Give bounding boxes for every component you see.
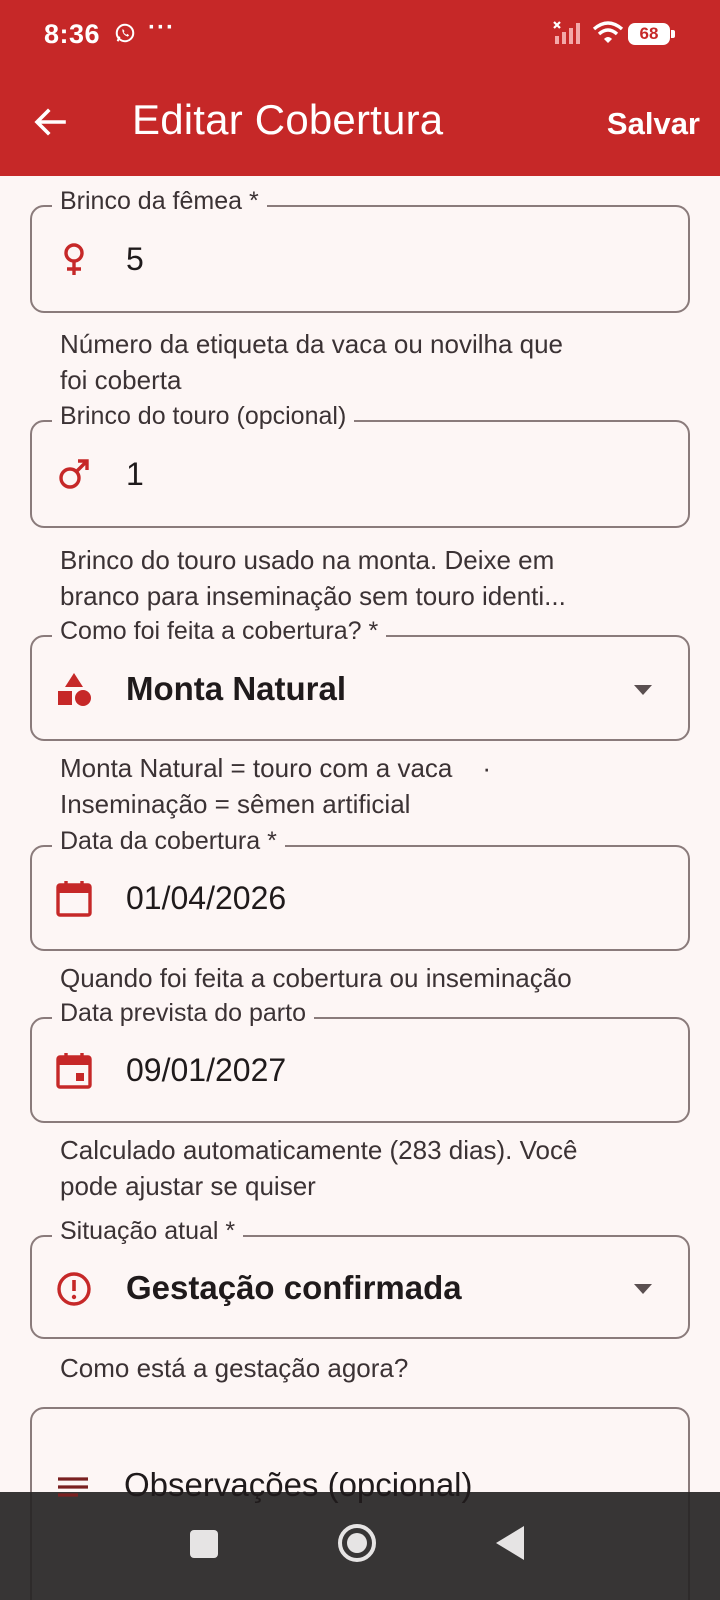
status-selected-value: Gestação confirmada — [126, 1269, 462, 1306]
recents-button[interactable] — [190, 1530, 218, 1558]
notes-placeholder: Observações (opcional) — [124, 1466, 473, 1503]
female-tag-field[interactable]: Brinco da fêmea * 5 — [30, 187, 690, 313]
status-bar: 8:36 ··· 68 — [0, 0, 720, 68]
status-time: 8:36 — [44, 19, 101, 49]
status-dropdown[interactable]: Situação atual * Gestação confirmada — [30, 1217, 690, 1339]
save-button[interactable]: Salvar — [607, 106, 700, 142]
method-helper: Monta Natural = touro com a vaca · Insemi… — [60, 753, 492, 819]
status-more-dots: ··· — [148, 14, 175, 41]
app-bar: Editar Cobertura Salvar — [0, 68, 720, 176]
signal-icon — [553, 21, 580, 44]
bull-tag-field[interactable]: Brinco do touro (opcional) 1 — [30, 402, 690, 528]
breeding-date-label: Data da cobertura * — [52, 827, 285, 856]
info-icon — [57, 1272, 91, 1306]
due-date-label: Data prevista do parto — [52, 999, 314, 1028]
arrow-left-icon[interactable] — [28, 100, 72, 144]
wifi-icon — [592, 21, 624, 43]
male-icon — [59, 459, 89, 489]
breeding-date-field[interactable]: Data da cobertura * 01/04/2026 — [30, 827, 690, 951]
bull-tag-input[interactable]: 1 — [126, 456, 144, 493]
female-tag-input[interactable]: 5 — [126, 241, 144, 278]
battery-icon: 68 — [628, 23, 675, 45]
shapes-icon — [58, 673, 91, 706]
method-dropdown[interactable]: Como foi feita a cobertura? * Monta Natu… — [30, 617, 690, 741]
bull-tag-helper: Brinco do touro usado na monta. Deixe em… — [60, 545, 566, 611]
due-date-helper: Calculado automaticamente (283 dias). Vo… — [60, 1135, 578, 1201]
female-icon — [64, 243, 84, 275]
back-button[interactable] — [496, 1526, 524, 1560]
method-selected-value: Monta Natural — [126, 670, 347, 707]
notes-placeholder-row: Observações (opcional) — [54, 1462, 694, 1522]
female-tag-helper: Número da etiqueta da vaca ou novilha qu… — [60, 329, 564, 395]
breeding-date-input[interactable]: 01/04/2026 — [126, 880, 286, 917]
status-helper: Como está a gestação agora? — [60, 1353, 409, 1383]
breeding-date-helper: Quando foi feita a cobertura ou insemina… — [60, 963, 572, 993]
female-tag-label: Brinco da fêmea * — [52, 187, 267, 216]
screen: 8:36 ··· 68 Editar Cobertura Salvar Brin… — [0, 0, 720, 1600]
calendar-event-icon — [56, 1053, 92, 1089]
status-label: Situação atual * — [52, 1217, 244, 1246]
bull-tag-label: Brinco do touro (opcional) — [52, 402, 355, 431]
due-date-input[interactable]: 09/01/2027 — [126, 1052, 286, 1089]
calendar-icon — [56, 881, 92, 917]
notes-icon — [58, 1477, 88, 1497]
page-title: Editar Cobertura — [132, 96, 444, 143]
home-button[interactable] — [338, 1524, 376, 1562]
method-label: Como foi feita a cobertura? * — [52, 617, 387, 646]
chevron-down-icon — [634, 1284, 652, 1294]
chevron-down-icon — [634, 685, 652, 695]
whatsapp-icon — [115, 23, 135, 43]
due-date-field[interactable]: Data prevista do parto 09/01/2027 — [30, 999, 690, 1123]
